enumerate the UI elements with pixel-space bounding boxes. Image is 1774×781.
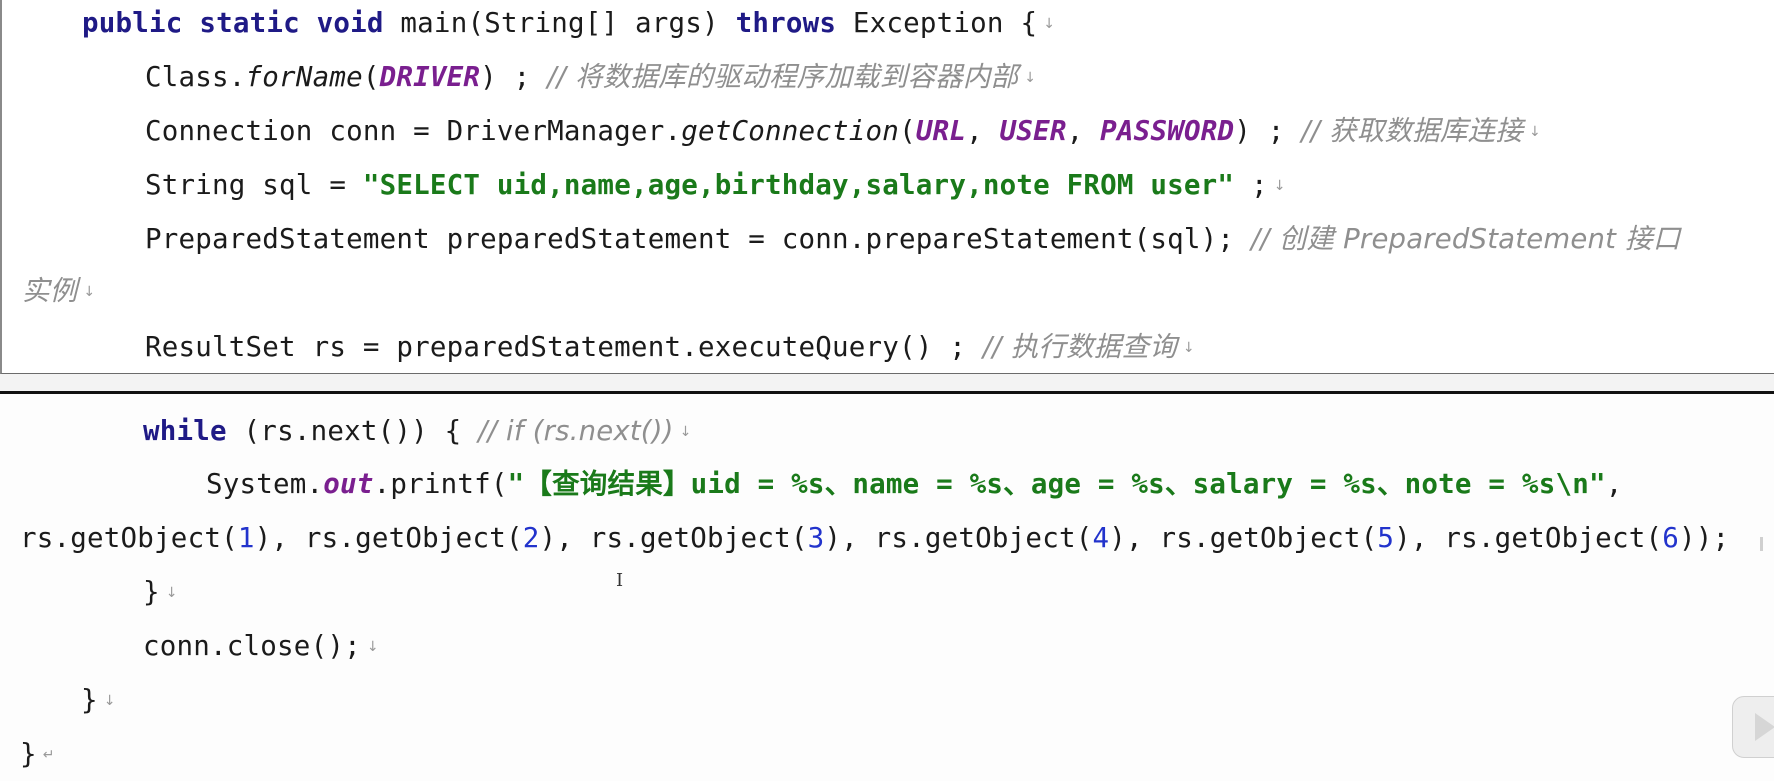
code-panel-bottom: while (rs.next()) { // if (rs.next()) ↓ S…: [0, 391, 1774, 781]
code-text: ), rs.getObject(: [1109, 522, 1378, 554]
code-comment: // 获取数据库连接: [1301, 115, 1524, 147]
code-text: ,: [1066, 115, 1101, 147]
method-name: forName: [245, 61, 363, 93]
play-icon: [1755, 713, 1774, 741]
paragraph-end-mark: ↵: [42, 747, 55, 763]
code-text: ResultSet rs = preparedStatement.execute…: [145, 331, 983, 363]
code-text: ,: [1605, 468, 1623, 500]
code-text: .printf(: [373, 468, 508, 500]
string-literal: ": [507, 468, 525, 500]
field-name: out: [323, 468, 374, 500]
code-text: (: [899, 115, 916, 147]
constant: URL: [915, 115, 967, 147]
paragraph-mark: ↓: [1273, 178, 1286, 194]
paragraph-mark: ↓: [103, 693, 116, 709]
play-button[interactable]: [1732, 696, 1774, 758]
code-comment: // 将数据库的驱动程序加载到容器内部: [547, 61, 1019, 93]
code-line-printf: System.out.printf("【查询结果】uid = %s、name =…: [206, 464, 1622, 504]
code-line-prepare-statement: PreparedStatement preparedStatement = co…: [145, 219, 1680, 259]
code-line-get-connection: Connection conn = DriverManager.getConne…: [145, 111, 1541, 152]
code-text: ,: [966, 115, 1000, 147]
code-line-conn-close: conn.close(); ↓: [143, 626, 379, 667]
code-text: rs.getObject(: [20, 522, 238, 554]
paragraph-mark: ↓: [679, 424, 692, 440]
code-line-execute-query: ResultSet rs = preparedStatement.execute…: [145, 327, 1195, 368]
code-text: }: [143, 576, 160, 608]
panel-separator: [0, 374, 1774, 391]
code-text: }: [20, 738, 37, 770]
code-line-comment-wrap: 实例 ↓: [22, 271, 95, 312]
paragraph-mark: ↓: [1529, 124, 1541, 140]
code-line-class-forname: Class.forName(DRIVER) ; // 将数据库的驱动程序加载到容…: [145, 57, 1036, 98]
i-beam-cursor-icon: I: [616, 570, 624, 591]
constant: USER: [999, 115, 1067, 147]
code-comment: // 创建 PreparedStatement 接口: [1250, 223, 1681, 255]
code-line-getobject-args: rs.getObject(1), rs.getObject(2), rs.get…: [20, 518, 1729, 558]
number-literal: 2: [522, 522, 540, 554]
number-literal: 6: [1662, 522, 1679, 554]
code-text: System.: [206, 468, 324, 500]
code-text: ) ;: [480, 61, 548, 93]
method-name: getConnection: [681, 115, 900, 147]
string-literal: 【查询结果】: [524, 468, 691, 500]
string-literal: uid = %s、name = %s、age = %s、salary = %s、…: [690, 468, 1606, 500]
code-line-close-class: } ↵: [20, 734, 55, 775]
code-line-close-method: } ↓: [81, 680, 116, 721]
code-text: Class.: [145, 61, 246, 93]
code-text: Connection conn = DriverManager.: [145, 115, 682, 147]
code-line-while: while (rs.next()) { // if (rs.next()) ↓: [143, 411, 692, 452]
code-comment: // if (rs.next()): [478, 415, 674, 447]
code-text: conn.close();: [143, 630, 361, 662]
code-text: ), rs.getObject(: [824, 522, 1093, 554]
paragraph-mark: ↓: [1043, 16, 1056, 32]
code-text: main(String[] args): [400, 7, 719, 39]
paragraph-mark: ↓: [1024, 70, 1037, 86]
code-comment: 实例: [22, 275, 78, 307]
code-text: ));: [1678, 522, 1730, 554]
code-text: ;: [1234, 169, 1268, 201]
code-text: Exception {: [852, 7, 1038, 39]
code-line-close-while: } ↓: [143, 572, 178, 613]
keyword: throws: [735, 7, 837, 39]
code-text: String sql =: [145, 169, 363, 201]
code-text: ), rs.getObject(: [254, 522, 523, 554]
code-panel-top: public static void main(String[] args) t…: [0, 0, 1774, 374]
paragraph-mark: ↓: [83, 284, 96, 300]
number-literal: 5: [1377, 522, 1395, 554]
code-text: ), rs.getObject(: [539, 522, 808, 554]
code-text: }: [81, 684, 98, 716]
code-text: ) ;: [1234, 115, 1302, 147]
constant: PASSWORD: [1100, 115, 1235, 147]
code-text: (: [362, 61, 380, 93]
paragraph-mark: ↓: [165, 585, 178, 601]
code-comment: // 执行数据查询: [982, 331, 1177, 363]
number-literal: 1: [237, 522, 255, 554]
code-line-main-signature: public static void main(String[] args) t…: [82, 3, 1055, 44]
keyword: public: [82, 7, 183, 39]
constant: DRIVER: [379, 61, 481, 93]
code-text: ), rs.getObject(: [1394, 522, 1663, 554]
string-literal: "SELECT uid,name,age,birthday,salary,not…: [362, 169, 1235, 201]
keyword: static: [199, 7, 300, 39]
keyword: void: [316, 7, 384, 39]
code-line-sql-string: String sql = "SELECT uid,name,age,birthd…: [145, 165, 1286, 206]
number-literal: 4: [1092, 522, 1110, 554]
code-text: (rs.next()) {: [226, 415, 479, 447]
keyword: while: [143, 415, 227, 447]
number-literal: 3: [807, 522, 825, 554]
scroll-marker: [1760, 537, 1763, 551]
paragraph-mark: ↓: [366, 639, 379, 655]
paragraph-mark: ↓: [1182, 340, 1195, 356]
code-text: PreparedStatement preparedStatement = co…: [145, 223, 1251, 255]
